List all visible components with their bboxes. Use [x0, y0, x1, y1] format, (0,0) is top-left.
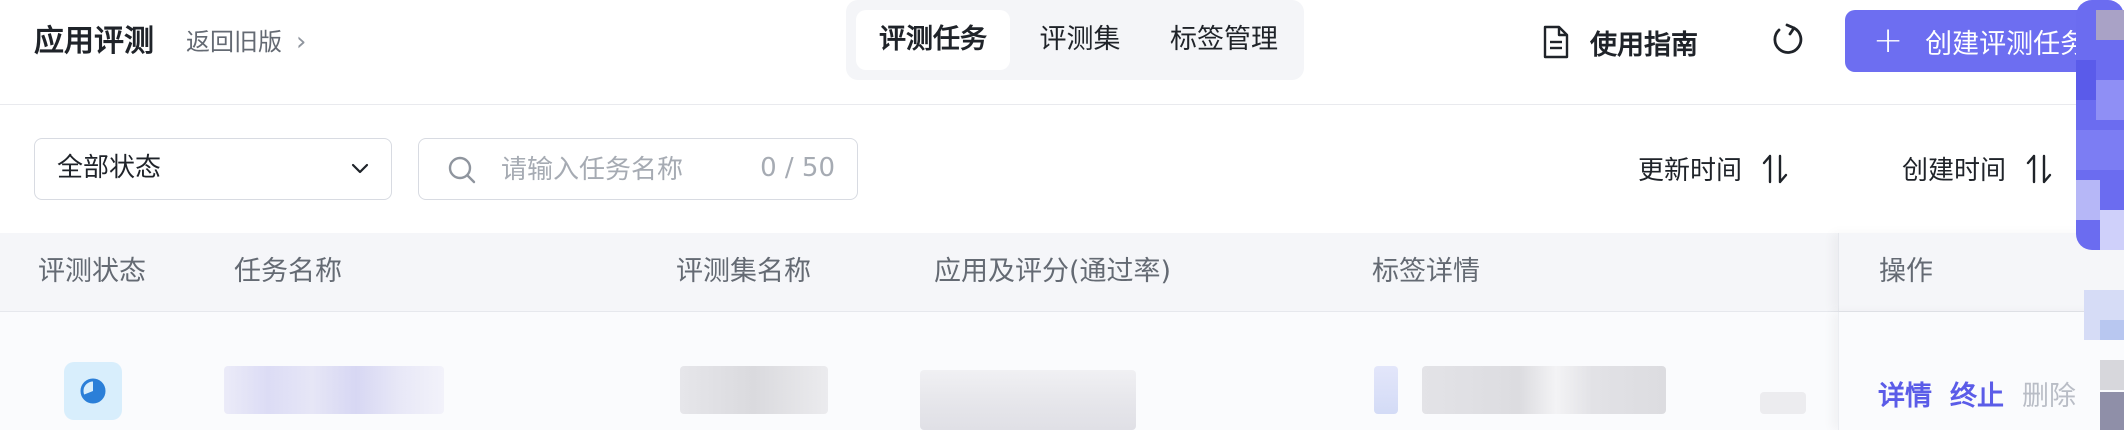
tab-tag-management[interactable]: 标签管理 [1150, 10, 1298, 70]
search-input[interactable] [499, 149, 743, 191]
column-header-tag-details: 标签详情 [1372, 256, 1480, 287]
app-score-redacted [920, 370, 1136, 430]
column-header-evaluation-set: 评测集名称 [676, 256, 811, 287]
chevron-right-icon: › [296, 27, 307, 57]
status-filter-value: 全部状态 [57, 153, 162, 183]
column-header-app-score: 应用及评分(通过率) [934, 256, 1172, 287]
sort-created-label: 创建时间 [1902, 156, 2007, 186]
refresh-icon[interactable] [1770, 22, 1806, 58]
task-name-redacted [224, 366, 444, 414]
chevron-down-icon [351, 163, 369, 174]
app-title: 应用评测 [34, 24, 154, 59]
status-filter-select[interactable]: 全部状态 [34, 138, 392, 200]
sort-by-created-time[interactable]: 创建时间 [1902, 150, 2052, 187]
search-icon [448, 156, 476, 184]
delete-link[interactable]: 删除 [2022, 374, 2076, 413]
user-guide-label: 使用指南 [1590, 29, 1698, 61]
document-icon [1543, 25, 1569, 59]
status-running-icon [64, 362, 122, 420]
table-header: 评测状态 任务名称 评测集名称 应用及评分(通过率) 标签详情 [0, 233, 2124, 312]
stop-link[interactable]: 终止 [1950, 374, 2004, 413]
sort-icon [1762, 154, 1788, 183]
tag-details-redacted-3 [1760, 392, 1806, 414]
evaluation-set-redacted [680, 366, 828, 414]
plus-icon: + [1873, 20, 1904, 61]
task-name-search: 0 / 50 [418, 138, 858, 200]
top-header: 应用评测 返回旧版 › 评测任务 评测集 标签管理 使用指南 + 创建评测任务 [0, 0, 2124, 105]
column-header-status: 评测状态 [38, 256, 146, 287]
sort-by-updated-time[interactable]: 更新时间 [1638, 150, 1788, 187]
create-button-label: 创建评测任务 [1925, 28, 2088, 60]
tag-details-redacted-2 [1422, 366, 1666, 414]
tab-evaluation-sets[interactable]: 评测集 [1020, 10, 1140, 70]
progress-icon [80, 378, 106, 404]
back-link-label: 返回旧版 [186, 28, 282, 56]
column-header-task-name: 任务名称 [234, 256, 342, 287]
main-tabs: 评测任务 评测集 标签管理 [846, 0, 1304, 80]
user-guide-button[interactable]: 使用指南 [1542, 20, 1698, 64]
sort-updated-label: 更新时间 [1638, 156, 1743, 186]
detail-link[interactable]: 详情 [1878, 374, 1932, 413]
tag-details-redacted-1 [1374, 366, 1398, 414]
right-edge-redacted-overlay [2076, 0, 2124, 430]
tab-evaluation-tasks[interactable]: 评测任务 [856, 10, 1010, 70]
back-to-old-version-link[interactable]: 返回旧版 › [186, 26, 306, 58]
search-char-counter: 0 / 50 [760, 153, 835, 183]
sort-icon [2026, 154, 2052, 183]
column-header-actions: 操作 [1879, 256, 1933, 287]
